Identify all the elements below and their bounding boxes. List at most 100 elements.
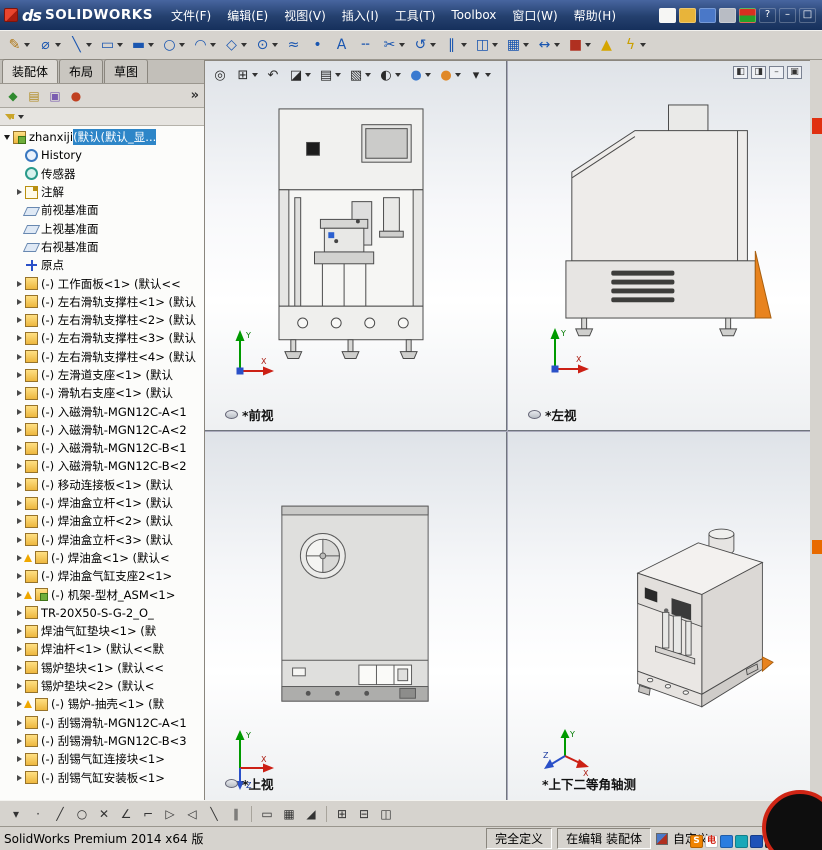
dropdown-arrow-icon[interactable]	[425, 73, 431, 77]
tree-item[interactable]: (-) 左右滑轨支撑柱<2> (默认	[0, 311, 204, 329]
app-navy-icon[interactable]	[750, 835, 763, 848]
dropdown-arrow-icon[interactable]	[455, 73, 461, 77]
dropdown-arrow-icon[interactable]	[485, 73, 491, 77]
tree-item[interactable]: (-) 焊油盒气缸支座2<1>	[0, 567, 204, 585]
dropdown-arrow-icon[interactable]	[241, 43, 247, 47]
filter-next-icon[interactable]: ▷	[160, 804, 180, 824]
view-settings-icon[interactable]: ▾	[465, 64, 494, 86]
zoom-fit-icon[interactable]: ◎	[209, 64, 231, 86]
tree-item[interactable]: (-) 刮锡滑轨-MGN12C-B<3	[0, 732, 204, 750]
grid-viewport-icon[interactable]: ▦	[279, 804, 299, 824]
offset-entities-icon[interactable]: ∥	[440, 33, 470, 57]
doc-minimize-icon[interactable]: –	[769, 66, 784, 79]
hide-show-items-icon[interactable]: ◐	[375, 64, 404, 86]
dropdown-arrow-icon[interactable]	[365, 73, 371, 77]
display-relations-icon[interactable]: ■	[564, 33, 594, 57]
new-document-icon[interactable]	[659, 7, 676, 23]
tree-item[interactable]: 注解	[0, 183, 204, 201]
tree-item[interactable]: (-) 刮锡滑轨-MGN12C-A<1	[0, 714, 204, 732]
tree-item[interactable]: (-) 焊油盒立杆<2> (默认	[0, 512, 204, 530]
dropdown-arrow-icon[interactable]	[461, 43, 467, 47]
tree-filter-bar[interactable]	[0, 108, 204, 126]
minimize-icon[interactable]: –	[779, 7, 796, 23]
tree-item[interactable]: (-) 入磁滑轨-MGN12C-B<1	[0, 439, 204, 457]
app-blue-icon[interactable]	[720, 835, 733, 848]
dropdown-arrow-icon[interactable]	[430, 43, 436, 47]
filter-angle-icon[interactable]: ∠	[116, 804, 136, 824]
dropdown-arrow-icon[interactable]	[179, 43, 185, 47]
tree-item[interactable]: 前视基准面	[0, 201, 204, 219]
shaded-corner-icon[interactable]: ◢	[301, 804, 321, 824]
tree-item[interactable]: (-) 刮锡气缸连接块<1>	[0, 750, 204, 768]
toolbar-expand-icon[interactable]: ▾	[6, 804, 26, 824]
doc-restore-icon[interactable]: ▣	[787, 66, 802, 79]
tree-item[interactable]: 原点	[0, 256, 204, 274]
two-viewport-h-icon[interactable]: ⊟	[354, 804, 374, 824]
convert-entities-icon[interactable]: ↺	[409, 33, 439, 57]
options-icon[interactable]	[739, 7, 756, 23]
polygon-icon[interactable]: ◇	[220, 33, 250, 57]
dropdown-arrow-icon[interactable]	[55, 43, 61, 47]
tree-item[interactable]: (-) 左滑道支座<1> (默认	[0, 366, 204, 384]
edit-appearance-icon[interactable]: ●	[405, 64, 434, 86]
point-icon[interactable]: •	[306, 33, 329, 57]
tree-item[interactable]: (-) 焊油盒立杆<1> (默认	[0, 494, 204, 512]
menu-edit[interactable]: 编辑(E)	[219, 0, 276, 30]
tree-item[interactable]: (-) 左右滑轨支撑柱<4> (默认	[0, 348, 204, 366]
filter-surface-icon[interactable]: ⌐	[138, 804, 158, 824]
dropdown-arrow-icon[interactable]	[272, 43, 278, 47]
smart-dimension-icon[interactable]: ⌀	[34, 33, 64, 57]
dimxpertmanager-icon[interactable]: ●	[68, 88, 84, 104]
viewport-front[interactable]: Y X *前视	[205, 61, 507, 431]
dropdown-arrow-icon[interactable]	[210, 43, 216, 47]
configurationmanager-icon[interactable]: ▣	[47, 88, 63, 104]
menu-view[interactable]: 视图(V)	[276, 0, 334, 30]
tree-item[interactable]: History	[0, 146, 204, 164]
recorder-s-icon[interactable]: S	[690, 835, 703, 848]
linear-pattern-icon[interactable]: ▦	[502, 33, 532, 57]
single-viewport-icon[interactable]: ▭	[257, 804, 277, 824]
tree-item[interactable]: 传感器	[0, 165, 204, 183]
tree-item[interactable]: 锡炉垫块<2> (默认<	[0, 677, 204, 695]
tree-item[interactable]: zhanxiji (默认(默认_显...	[0, 128, 204, 146]
tree-item[interactable]: (-) 锡炉-抽壳<1> (默	[0, 695, 204, 713]
tab-assembly[interactable]: 装配体	[2, 59, 59, 83]
filter-axis-icon[interactable]: ╲	[204, 804, 224, 824]
menu-insert[interactable]: 插入(I)	[334, 0, 387, 30]
menu-tools[interactable]: 工具(T)	[387, 0, 444, 30]
viewport-isometric[interactable]: Y X Z *上下二等角轴测	[508, 432, 810, 801]
rectangle-icon[interactable]: ▭	[96, 33, 126, 57]
dian-icon[interactable]: 电	[705, 835, 718, 848]
panel-expand-chevron[interactable]: »	[191, 88, 199, 103]
pane-right-icon[interactable]: ◨	[751, 66, 766, 79]
menu-file[interactable]: 文件(F)	[163, 0, 219, 30]
dropdown-arrow-icon[interactable]	[399, 43, 405, 47]
dropdown-arrow-icon[interactable]	[395, 73, 401, 77]
previous-view-icon[interactable]: ↶	[262, 64, 284, 86]
move-entities-icon[interactable]: ↔	[533, 33, 563, 57]
four-viewport-icon[interactable]: ⊞	[332, 804, 352, 824]
menu-help[interactable]: 帮助(H)	[566, 0, 624, 30]
tree-item[interactable]: (-) 焊油盒<1> (默认<	[0, 549, 204, 567]
apply-scene-icon[interactable]: ●	[435, 64, 464, 86]
arc-icon[interactable]: ◠	[189, 33, 219, 57]
dropdown-arrow-icon[interactable]	[252, 73, 258, 77]
dropdown-arrow-icon[interactable]	[24, 43, 30, 47]
circle-icon[interactable]: ○	[158, 33, 188, 57]
spline-icon[interactable]: ≈	[282, 33, 305, 57]
centerline-icon[interactable]: ╌	[354, 33, 377, 57]
tree-item[interactable]: 焊油气缸垫块<1> (默	[0, 622, 204, 640]
tree-item[interactable]: (-) 左右滑轨支撑柱<1> (默认	[0, 293, 204, 311]
tree-item[interactable]: 锡炉垫块<1> (默认<<	[0, 659, 204, 677]
dropdown-arrow-icon[interactable]	[523, 43, 529, 47]
print-icon[interactable]	[719, 7, 736, 23]
maximize-icon[interactable]: □	[799, 7, 816, 23]
filter-parallel-icon[interactable]: ∥	[226, 804, 246, 824]
tree-item[interactable]: 上视基准面	[0, 219, 204, 237]
tree-item[interactable]: (-) 入磁滑轨-MGN12C-A<2	[0, 421, 204, 439]
dropdown-arrow-icon[interactable]	[492, 43, 498, 47]
tree-item[interactable]: 右视基准面	[0, 238, 204, 256]
section-view-icon[interactable]: ◪	[285, 64, 314, 86]
filter-prev-icon[interactable]: ◁	[182, 804, 202, 824]
tree-item[interactable]: (-) 左右滑轨支撑柱<3> (默认	[0, 329, 204, 347]
